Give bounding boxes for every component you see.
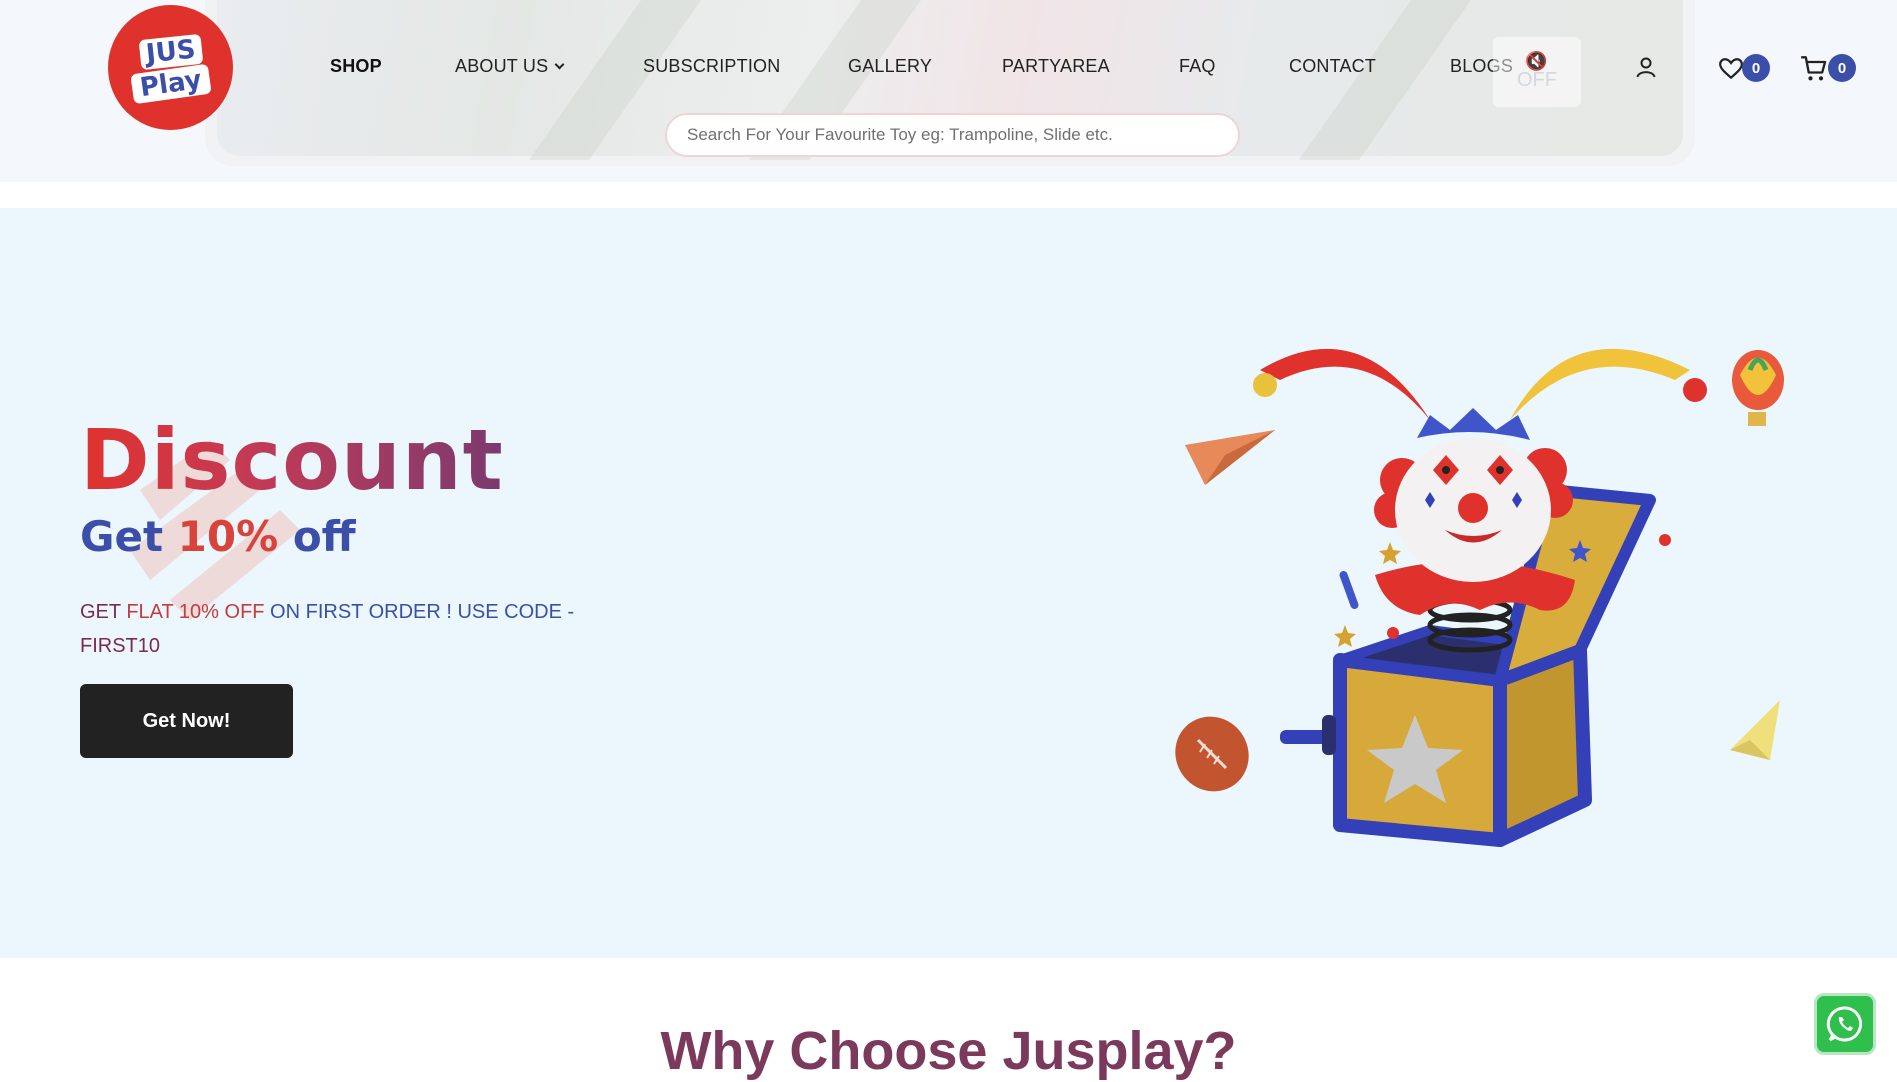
whatsapp-chat-button[interactable] [1814,993,1876,1055]
hero-subtitle-suffix: off [278,512,356,561]
heart-icon [1719,58,1743,80]
paper-plane-yellow-icon [1730,700,1780,760]
hero-desc-part4: FIRST10 [80,635,161,657]
confetti-dot [1387,627,1399,639]
hero-subtitle-highlight: 10% [177,512,279,561]
confetti-star [1379,542,1401,564]
hot-air-balloon-icon [1732,350,1784,426]
confetti-piece [1339,570,1359,610]
confetti-star [1334,625,1356,647]
hero-subtitle-prefix: Get [80,512,178,561]
account-button[interactable] [1634,55,1658,84]
logo-text-line1: JUS [138,33,203,70]
jusplay-logo[interactable]: JUS Play [108,5,233,130]
hero-subtitle: Get 10% off [80,510,356,564]
nav-shop[interactable]: SHOP [330,56,382,77]
sound-toggle[interactable]: 🔇 OFF [1493,37,1581,107]
nav-contact[interactable]: CONTACT [1289,56,1376,77]
wishlist-count-badge: 0 [1742,54,1770,82]
nav-about-us[interactable]: ABOUT US [455,56,565,77]
cart-button[interactable]: 0 [1800,54,1856,84]
nav-partyarea[interactable]: PARTYAREA [1002,56,1110,77]
chevron-down-icon [554,59,565,70]
confetti-dot [1659,534,1671,546]
why-choose-heading: Why Choose Jusplay? [660,1021,1237,1081]
paper-plane-orange-icon [1185,430,1275,485]
shopping-cart-icon [1801,56,1827,81]
hero-desc-part2: FLAT 10% OFF [126,601,265,623]
nav-about-us-label: ABOUT US [455,56,549,76]
get-now-button[interactable]: Get Now! [80,684,293,758]
whatsapp-icon [1826,1006,1863,1042]
rugby-ball-icon [1175,716,1249,792]
nav-subscription[interactable]: SUBSCRIPTION [643,56,780,77]
hero-desc-part1: GET [80,601,127,623]
cart-count-badge: 0 [1828,54,1856,82]
site-header: JUS Play SHOP ABOUT US SUBSCRIPTION GALL… [0,0,1897,182]
nav-faq[interactable]: FAQ [1179,56,1216,77]
hero-description: GET FLAT 10% OFF ON FIRST ORDER ! USE CO… [80,595,600,663]
jester-hat [1253,348,1707,440]
sound-toggle-label: OFF [1517,69,1557,91]
hero-desc-part3: ON FIRST ORDER ! USE CODE - [264,601,575,623]
wishlist-button[interactable]: 0 [1718,54,1770,84]
search-input[interactable] [665,113,1240,157]
user-icon [1636,57,1656,78]
speaker-mute-icon: 🔇 [1525,51,1548,71]
logo-text-line2: Play [129,63,212,104]
hero-title: Discount [80,411,504,509]
jack-in-the-box-illustration [1175,348,1784,847]
nav-gallery[interactable]: GALLERY [848,56,932,77]
